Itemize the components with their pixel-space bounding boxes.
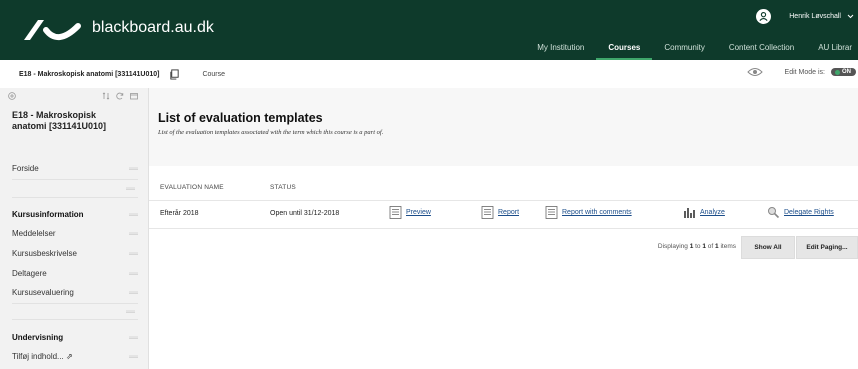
document-icon — [481, 206, 494, 219]
table-row: Efterår 2018 Open until 31/12-2018 Previ… — [149, 200, 858, 229]
drag-handle-icon[interactable] — [129, 252, 138, 255]
edit-mode-label: Edit Mode is: — [784, 68, 825, 76]
breadcrumb: E18 - Makroskopisk anatomi [331141U010] … — [0, 60, 858, 89]
sidebar-item-label: Kursusevaluering — [12, 288, 74, 297]
user-name[interactable]: Henrik Løvschall — [789, 13, 841, 20]
sidebar-item-kursusbeskrivelse[interactable]: Kursusbeskrivelse — [12, 249, 138, 258]
user-avatar-icon[interactable] — [756, 8, 772, 24]
preview-button[interactable]: Preview — [389, 206, 431, 219]
edit-paging-button[interactable]: Edit Paging... — [796, 236, 858, 259]
edit-mode-toggle[interactable]: ON — [831, 68, 856, 76]
sort-icon[interactable] — [102, 92, 110, 100]
au-logo-icon[interactable] — [22, 14, 82, 46]
evaluation-status: Open until 31/12-2018 — [270, 210, 340, 217]
analyze-button[interactable]: Analyze — [683, 206, 725, 219]
drag-handle-icon[interactable] — [129, 232, 138, 235]
delegate-rights-label: Delegate Rights — [784, 209, 834, 216]
page-subtitle: List of the evaluation templates associa… — [158, 129, 384, 136]
user-menu[interactable]: Henrik Løvschall — [756, 6, 854, 26]
nav-community[interactable]: Community — [652, 36, 716, 60]
divider — [12, 303, 138, 304]
drag-handle-icon[interactable] — [129, 167, 138, 170]
divider — [12, 179, 138, 180]
sidebar-item-label: Meddelelser — [12, 229, 56, 238]
evaluation-name: Efterår 2018 — [160, 210, 199, 217]
sidebar-item-deltagere[interactable]: Deltagere — [12, 269, 138, 278]
copy-icon[interactable] — [169, 68, 180, 80]
sidebar-item-forside[interactable]: Forside — [12, 164, 138, 173]
main-content: List of evaluation templates List of the… — [149, 88, 858, 369]
preview-label: Preview — [406, 209, 431, 216]
nav-my-institution[interactable]: My Institution — [525, 36, 596, 60]
sidebar-item-tilfoej-indhold[interactable]: Tilføj indhold... ⇗ — [12, 352, 138, 361]
toggle-dot-icon — [835, 69, 840, 75]
nav-courses[interactable]: Courses — [596, 36, 653, 60]
drag-handle-icon[interactable] — [126, 310, 135, 313]
drag-handle-icon[interactable] — [129, 291, 138, 294]
paging-bar: Displaying 1 to 1 of 1 items Show All Ed… — [149, 235, 858, 259]
drag-handle-icon[interactable] — [126, 187, 135, 190]
page-title: List of evaluation templates — [158, 111, 323, 125]
column-header-evaluation-name[interactable]: EVALUATION NAME — [160, 184, 224, 191]
site-name[interactable]: blackboard.au.dk — [92, 19, 214, 37]
sidebar-item-label: Tilføj indhold... ⇗ — [12, 352, 73, 361]
top-bar: blackboard.au.dk Henrik Løvschall My Ins… — [0, 0, 858, 60]
magnifier-icon — [768, 207, 780, 219]
report-label: Report — [498, 209, 520, 216]
page-header: List of evaluation templates List of the… — [149, 88, 858, 166]
drag-handle-icon[interactable] — [129, 213, 138, 216]
sidebar-item-label: Undervisning — [12, 333, 64, 342]
sidebar-item-kursusinformation[interactable]: Kursusinformation — [12, 210, 138, 219]
edit-mode: Edit Mode is: ON — [746, 67, 856, 77]
breadcrumb-current: Course — [202, 70, 226, 78]
sidebar-item-label: Deltagere — [12, 269, 47, 278]
document-icon — [389, 206, 402, 219]
column-header-status[interactable]: STATUS — [270, 184, 296, 191]
nav-content-collection[interactable]: Content Collection — [717, 36, 806, 60]
analyze-label: Analyze — [700, 209, 725, 216]
main-nav: My Institution Courses Community Content… — [525, 36, 858, 60]
nav-au-library[interactable]: AU Librar — [806, 36, 858, 60]
edit-mode-value: ON — [842, 69, 851, 75]
report-button[interactable]: Report — [481, 206, 519, 219]
breadcrumb-course[interactable]: E18 - Makroskopisk anatomi [331141U010] — [19, 71, 159, 78]
add-menu-item-icon[interactable] — [8, 92, 16, 100]
student-preview-icon[interactable] — [746, 67, 763, 77]
chevron-down-icon[interactable] — [847, 14, 854, 19]
bar-chart-icon — [684, 208, 695, 218]
drag-handle-icon[interactable] — [129, 355, 138, 358]
sidebar-item-label: Kursusbeskrivelse — [12, 249, 77, 258]
course-menu-toolbar — [0, 88, 148, 106]
sidebar-item-meddelelser[interactable]: Meddelelser — [12, 229, 138, 238]
drag-handle-icon[interactable] — [129, 272, 138, 275]
delegate-rights-button[interactable]: Delegate Rights — [767, 206, 834, 219]
report-with-comments-button[interactable]: Report with comments — [545, 206, 632, 219]
document-icon — [545, 206, 558, 219]
report-with-comments-label: Report with comments — [562, 209, 632, 216]
divider — [12, 319, 138, 320]
sidebar-item-kursusevaluering[interactable]: Kursusevaluering — [12, 288, 138, 297]
folder-view-icon[interactable] — [130, 92, 138, 100]
course-menu-title[interactable]: E18 - Makroskopisk anatomi [331141U010] — [12, 110, 122, 132]
sidebar-item-label: Forside — [12, 164, 39, 173]
divider — [12, 197, 138, 198]
show-all-button[interactable]: Show All — [741, 236, 795, 259]
refresh-icon[interactable] — [116, 92, 124, 100]
drag-handle-icon[interactable] — [129, 336, 138, 339]
paging-info: Displaying 1 to 1 of 1 items — [657, 243, 736, 250]
sidebar-item-undervisning[interactable]: Undervisning — [12, 333, 138, 342]
course-menu: E18 - Makroskopisk anatomi [331141U010] … — [0, 88, 149, 369]
sidebar-item-label: Kursusinformation — [12, 210, 84, 219]
